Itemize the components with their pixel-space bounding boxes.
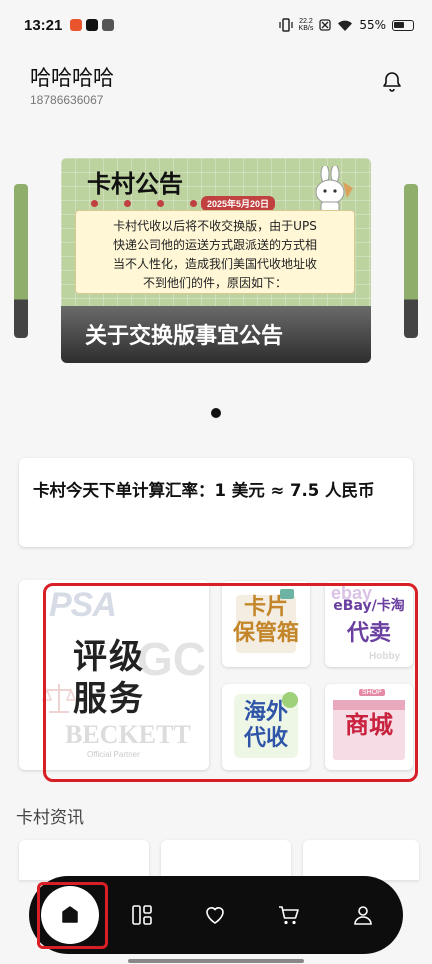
scale-icon [41, 684, 77, 713]
overseas-title-line: 海外 [243, 700, 288, 725]
beckett-subtitle: Official Partner [87, 750, 140, 759]
grading-title-line: 服务 [73, 679, 145, 719]
mall-card[interactable]: SHOP 商城 [325, 684, 413, 770]
grading-title-line: 评级 [73, 637, 145, 677]
status-time: 13:21 [24, 16, 63, 34]
net-speed: 22.2 KB/s [299, 18, 314, 32]
net-speed-value: 22.2 [299, 18, 313, 25]
mail-notification-icon [102, 19, 115, 31]
banner-note-line: 卡村代收以后将不收交换版，由于UPS [113, 219, 317, 233]
carousel-prev-slide[interactable] [14, 184, 28, 338]
card-storage-card[interactable]: 卡片 保管箱 [222, 581, 310, 667]
carousel-next-slide[interactable] [404, 184, 418, 338]
exchange-rate-text: 卡村今天下单计算汇率：1 美元 ≈ 7.5 人民币 [33, 481, 375, 500]
user-phone: 18786636067 [30, 93, 104, 107]
status-right: 22.2 KB/s 55% [278, 18, 414, 32]
bgs-logo: GC [137, 633, 206, 685]
mall-title: 商城 [345, 711, 393, 739]
vibrate-icon [278, 18, 293, 32]
beckett-logo: BECKETT [65, 720, 191, 749]
grid-icon[interactable] [130, 903, 154, 927]
ebay-consign-title: 代卖 [346, 621, 391, 646]
news-card[interactable] [161, 840, 291, 880]
overseas-title-line: 代收 [243, 726, 288, 751]
banner-title: 卡村公告 [87, 169, 183, 198]
banner-note-line: 快递公司他的运送方式跟派送的方式相 [112, 238, 317, 252]
bell-icon[interactable] [380, 70, 404, 94]
card-storage-title: 卡片 保管箱 [222, 595, 310, 647]
banner-dots [91, 200, 197, 207]
banner-note: 卡村代收以后将不收交换版，由于UPS 快递公司他的运送方式跟派送的方式相 当不人… [75, 210, 355, 294]
carousel-page-indicator[interactable] [211, 408, 221, 418]
news-section-title: 卡村资讯 [16, 808, 84, 828]
app-notification-icon [70, 19, 83, 31]
banner-caption: 关于交换版事宜公告 [61, 306, 371, 363]
psa-logo: PSA [49, 586, 117, 624]
profile-icon[interactable] [351, 903, 375, 927]
announcement-banner[interactable]: 卡村公告 2025年5月20日 卡村代收以后将不收交换版，由于UPS 快递公司他… [61, 158, 371, 363]
heart-icon[interactable] [203, 903, 227, 927]
home-icon [62, 906, 78, 923]
shop-sign: SHOP [359, 689, 385, 696]
news-card[interactable] [19, 840, 149, 880]
card-storage-title-line: 卡片 [243, 595, 288, 620]
overseas-receive-card[interactable]: 海外 代收 [222, 684, 310, 770]
gesture-home-indicator[interactable] [128, 959, 304, 963]
banner-date: 2025年5月20日 [201, 196, 276, 211]
tiktok-notification-icon [86, 19, 99, 31]
user-name: 哈哈哈哈 [30, 67, 114, 90]
bottom-nav [29, 876, 403, 954]
no-signal-icon [319, 19, 331, 31]
status-bar: 13:21 22.2 KB/s 55% [0, 0, 432, 50]
banner-note-line: 当不人性化，造成我们美国代收地址收 [112, 257, 317, 271]
bunny-mascot-icon [315, 166, 353, 213]
wifi-icon [338, 20, 353, 31]
battery-percent: 55% [359, 18, 386, 32]
cart-icon[interactable] [277, 903, 301, 927]
nav-home[interactable] [41, 886, 99, 944]
banner-note-line: 不到他们的件，原因如下： [142, 276, 287, 290]
battery-icon [392, 19, 414, 31]
card-storage-title-line: 保管箱 [232, 621, 299, 646]
notification-icons [70, 19, 115, 31]
ebay-consign-card[interactable]: ebay Hobby eBay/卡淘 代卖 [325, 581, 413, 667]
grading-service-card[interactable]: PSA GC 评级 服务 BECKETT Official Partner [19, 580, 209, 770]
overseas-receive-title: 海外 代收 [222, 700, 310, 752]
hobby-logo: Hobby [369, 651, 401, 662]
net-speed-unit: KB/s [298, 25, 314, 32]
exchange-rate-card: 卡村今天下单计算汇率：1 美元 ≈ 7.5 人民币 [19, 458, 413, 547]
news-card[interactable] [303, 840, 419, 880]
grading-title: 评级 服务 [73, 636, 145, 720]
ebay-label: eBay/卡淘 [333, 598, 405, 614]
